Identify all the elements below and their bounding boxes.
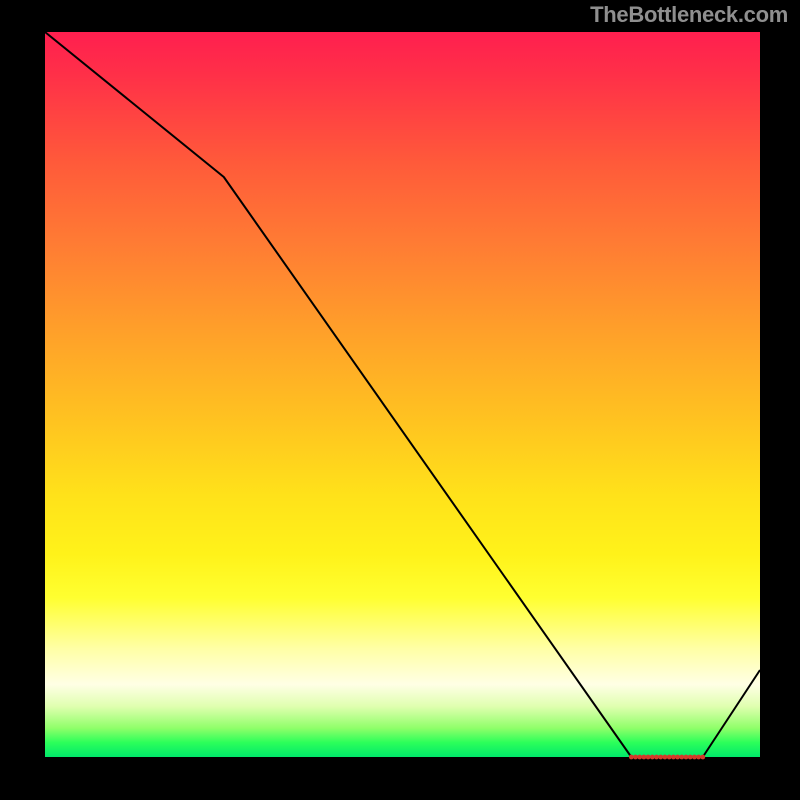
marker-dot (684, 755, 689, 760)
marker-dot (675, 755, 680, 760)
marker-dot (671, 755, 676, 760)
marker-dot (658, 755, 663, 760)
marker-dot (663, 755, 668, 760)
marker-dot (654, 755, 659, 760)
marker-dot (696, 755, 701, 760)
marker-dot (700, 755, 705, 760)
marker-dot (692, 755, 697, 760)
marker-dot (688, 755, 693, 760)
marker-dot (646, 755, 651, 760)
chart-container: TheBottleneck.com (0, 0, 800, 800)
marker-dot (629, 755, 634, 760)
marker-dot (642, 755, 647, 760)
plot-area (45, 32, 760, 757)
marker-dot (637, 755, 642, 760)
marker-dot (633, 755, 638, 760)
marker-dot (650, 755, 655, 760)
marker-dot (667, 755, 672, 760)
marker-dot (679, 755, 684, 760)
watermark-text: TheBottleneck.com (590, 2, 788, 28)
series-curve (45, 32, 760, 757)
marker-group (629, 755, 705, 760)
chart-svg (45, 32, 760, 757)
curve-path (45, 32, 760, 757)
